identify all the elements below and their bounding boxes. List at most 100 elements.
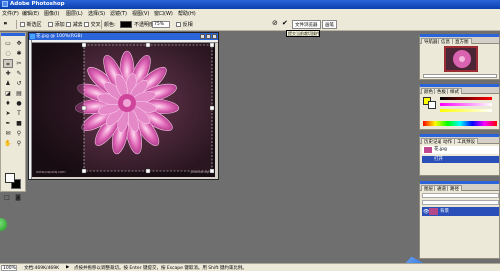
option-label: 添加 xyxy=(54,22,65,28)
menu-filter[interactable]: 滤镜(T) xyxy=(110,10,127,17)
slice-tool-icon[interactable]: ✂ xyxy=(14,59,24,68)
snapshot-label: 花.jpg xyxy=(434,147,447,152)
menu-edit[interactable]: 编辑(E) xyxy=(22,10,39,17)
navigator-thumbnail[interactable] xyxy=(444,46,478,72)
color-tabs: 颜色 色板 样式 xyxy=(420,87,499,95)
close-button[interactable] xyxy=(212,34,217,39)
menu-layer[interactable]: 图层(L) xyxy=(66,10,83,17)
history-snapshot[interactable]: 花.jpg xyxy=(422,146,499,154)
green-slider[interactable] xyxy=(440,103,492,106)
cancel-icon[interactable]: ⊘ xyxy=(272,19,278,27)
menu-view[interactable]: 视图(V) xyxy=(132,10,149,17)
history-brush-icon[interactable]: ↺ xyxy=(14,79,24,88)
menu-window[interactable]: 窗口(W) xyxy=(154,10,173,17)
arrow-icon[interactable]: ▶ xyxy=(66,265,69,270)
zoom-tool-icon[interactable]: ⚲ xyxy=(14,139,24,148)
commit-check-icon[interactable]: ✔ xyxy=(282,19,288,27)
file-browser-tab[interactable]: 文件浏览器 xyxy=(292,20,321,29)
tab-info[interactable]: 信息 xyxy=(438,38,453,45)
clone-stamp-icon[interactable]: ♟ xyxy=(3,79,13,88)
shape-tool-icon[interactable]: ■ xyxy=(14,119,24,128)
lasso-tool-icon[interactable]: ◌ xyxy=(3,49,13,58)
hand-tool-icon[interactable]: ✋ xyxy=(3,139,13,148)
lock-options-row[interactable] xyxy=(422,200,499,205)
crop-tool-icon[interactable]: ⌗ xyxy=(4,21,7,27)
quick-mask-icon[interactable]: ◙ xyxy=(14,193,22,202)
navigator-tabs: 导航器 信息 直方图 xyxy=(420,37,499,45)
tab-histogram[interactable]: 直方图 xyxy=(452,38,472,45)
document-window: 花.jpg @ 100%(RGB) www.pspaiq.com photosh… xyxy=(28,32,219,180)
options-bar: ⌗ 新选区 添加 减去 交叉 颜色: 不透明度: 75% 反相 ⊘ ✔ 文件浏览… xyxy=(0,18,500,31)
document-title: 花.jpg @ 100%(RGB) xyxy=(36,34,83,39)
foreground-color-swatch[interactable] xyxy=(5,173,15,183)
add-option[interactable]: 添加 xyxy=(48,21,65,28)
divider xyxy=(16,20,17,29)
standard-mode-icon[interactable]: □ xyxy=(3,193,11,202)
history-item-open[interactable]: 打开 xyxy=(422,156,499,163)
divider xyxy=(101,20,102,29)
photoshop-icon xyxy=(2,1,8,7)
menu-file[interactable]: 文件(F) xyxy=(2,10,19,17)
layer-row-background[interactable]: 👁 背景 xyxy=(422,207,499,216)
tab-actions[interactable]: 动作 xyxy=(440,138,455,145)
checkbox xyxy=(176,22,181,27)
brushes-tab[interactable]: 画笔 xyxy=(322,20,337,29)
option-label: 减去 xyxy=(72,22,83,28)
eyedropper-tool-icon[interactable]: ⚲ xyxy=(14,129,24,138)
intersect-option[interactable]: 交叉 xyxy=(84,21,101,28)
notes-tool-icon[interactable]: ✉ xyxy=(3,129,13,138)
path-select-icon[interactable]: ➤ xyxy=(3,109,13,118)
crop-tool-icon[interactable]: ⌗ xyxy=(3,59,13,68)
marquee-tool-icon[interactable]: ▭ xyxy=(3,39,13,48)
tab-styles[interactable]: 样式 xyxy=(447,88,462,95)
invert-checkbox[interactable]: 反相 xyxy=(176,21,193,28)
shield-color-swatch[interactable] xyxy=(120,21,132,28)
tab-tool-presets[interactable]: 工具预设 xyxy=(454,138,478,145)
new-selection-option[interactable]: 新选区 xyxy=(20,21,42,28)
red-slider[interactable] xyxy=(440,97,492,100)
subtract-option[interactable]: 减去 xyxy=(66,21,83,28)
tab-paths[interactable]: 路径 xyxy=(447,185,462,192)
minimize-button[interactable] xyxy=(200,34,205,39)
maximize-button[interactable] xyxy=(206,34,211,39)
opacity-dropdown[interactable]: 75% xyxy=(152,21,170,28)
checkbox xyxy=(48,22,53,27)
navigator-zoom-slider[interactable] xyxy=(423,74,497,78)
status-hint: 点按并拖移以调整裁切。按 Enter 键提交，按 Escape 键取消。用 Sh… xyxy=(74,266,247,271)
title-bar: Adobe Photoshop xyxy=(0,0,500,9)
dodge-tool-icon[interactable]: ● xyxy=(14,99,24,108)
healing-brush-icon[interactable]: ✚ xyxy=(3,69,13,78)
floating-green-button[interactable] xyxy=(0,218,7,231)
snapshot-thumbnail xyxy=(424,147,432,153)
menu-image[interactable]: 图像(I) xyxy=(44,10,59,17)
option-label: 新选区 xyxy=(26,22,42,28)
magic-wand-tool-icon[interactable]: ✱ xyxy=(14,49,24,58)
color-bg-swatch[interactable] xyxy=(428,101,436,109)
eraser-tool-icon[interactable]: ◪ xyxy=(3,89,13,98)
menu-help[interactable]: 帮助(H) xyxy=(178,10,196,17)
layer-name: 背景 xyxy=(440,209,449,214)
image-canvas[interactable]: www.pspaiq.com photoshop xyxy=(32,43,215,177)
blue-slider[interactable] xyxy=(440,109,492,112)
blend-mode-dropdown[interactable] xyxy=(422,193,499,198)
layers-tabs: 图层 通道 路径 xyxy=(420,184,499,192)
gradient-tool-icon[interactable]: ▤ xyxy=(14,89,24,98)
pen-tool-icon[interactable]: ✒ xyxy=(3,119,13,128)
type-tool-icon[interactable]: T xyxy=(14,109,24,118)
document-titlebar[interactable]: 花.jpg @ 100%(RGB) xyxy=(29,33,218,40)
brush-tool-icon[interactable]: ✎ xyxy=(14,69,24,78)
color-label: 颜色: xyxy=(104,22,116,28)
blur-tool-icon[interactable]: ♦ xyxy=(3,99,13,108)
document-icon xyxy=(30,34,35,39)
layers-panel: 图层 通道 路径 👁 背景 xyxy=(419,181,500,259)
menu-select[interactable]: 选择(S) xyxy=(88,10,105,17)
window-title: Adobe Photoshop xyxy=(10,1,65,7)
move-tool-icon[interactable]: ✥ xyxy=(14,39,24,48)
toolbox-grip[interactable] xyxy=(1,33,25,36)
history-panel: 历史记录 动作 工具预设 花.jpg 打开 xyxy=(419,134,500,176)
history-tabs: 历史记录 动作 工具预设 xyxy=(420,137,499,145)
zoom-field[interactable]: 100% xyxy=(1,265,17,271)
watermark-text-right: photoshop xyxy=(190,170,210,174)
toolbox: ▭ ✥ ◌ ✱ ⌗ ✂ ✚ ✎ ♟ ↺ ◪ ▤ ♦ ● ➤ T ✒ ■ ✉ ⚲ … xyxy=(0,32,26,201)
color-ramp[interactable] xyxy=(423,121,497,126)
